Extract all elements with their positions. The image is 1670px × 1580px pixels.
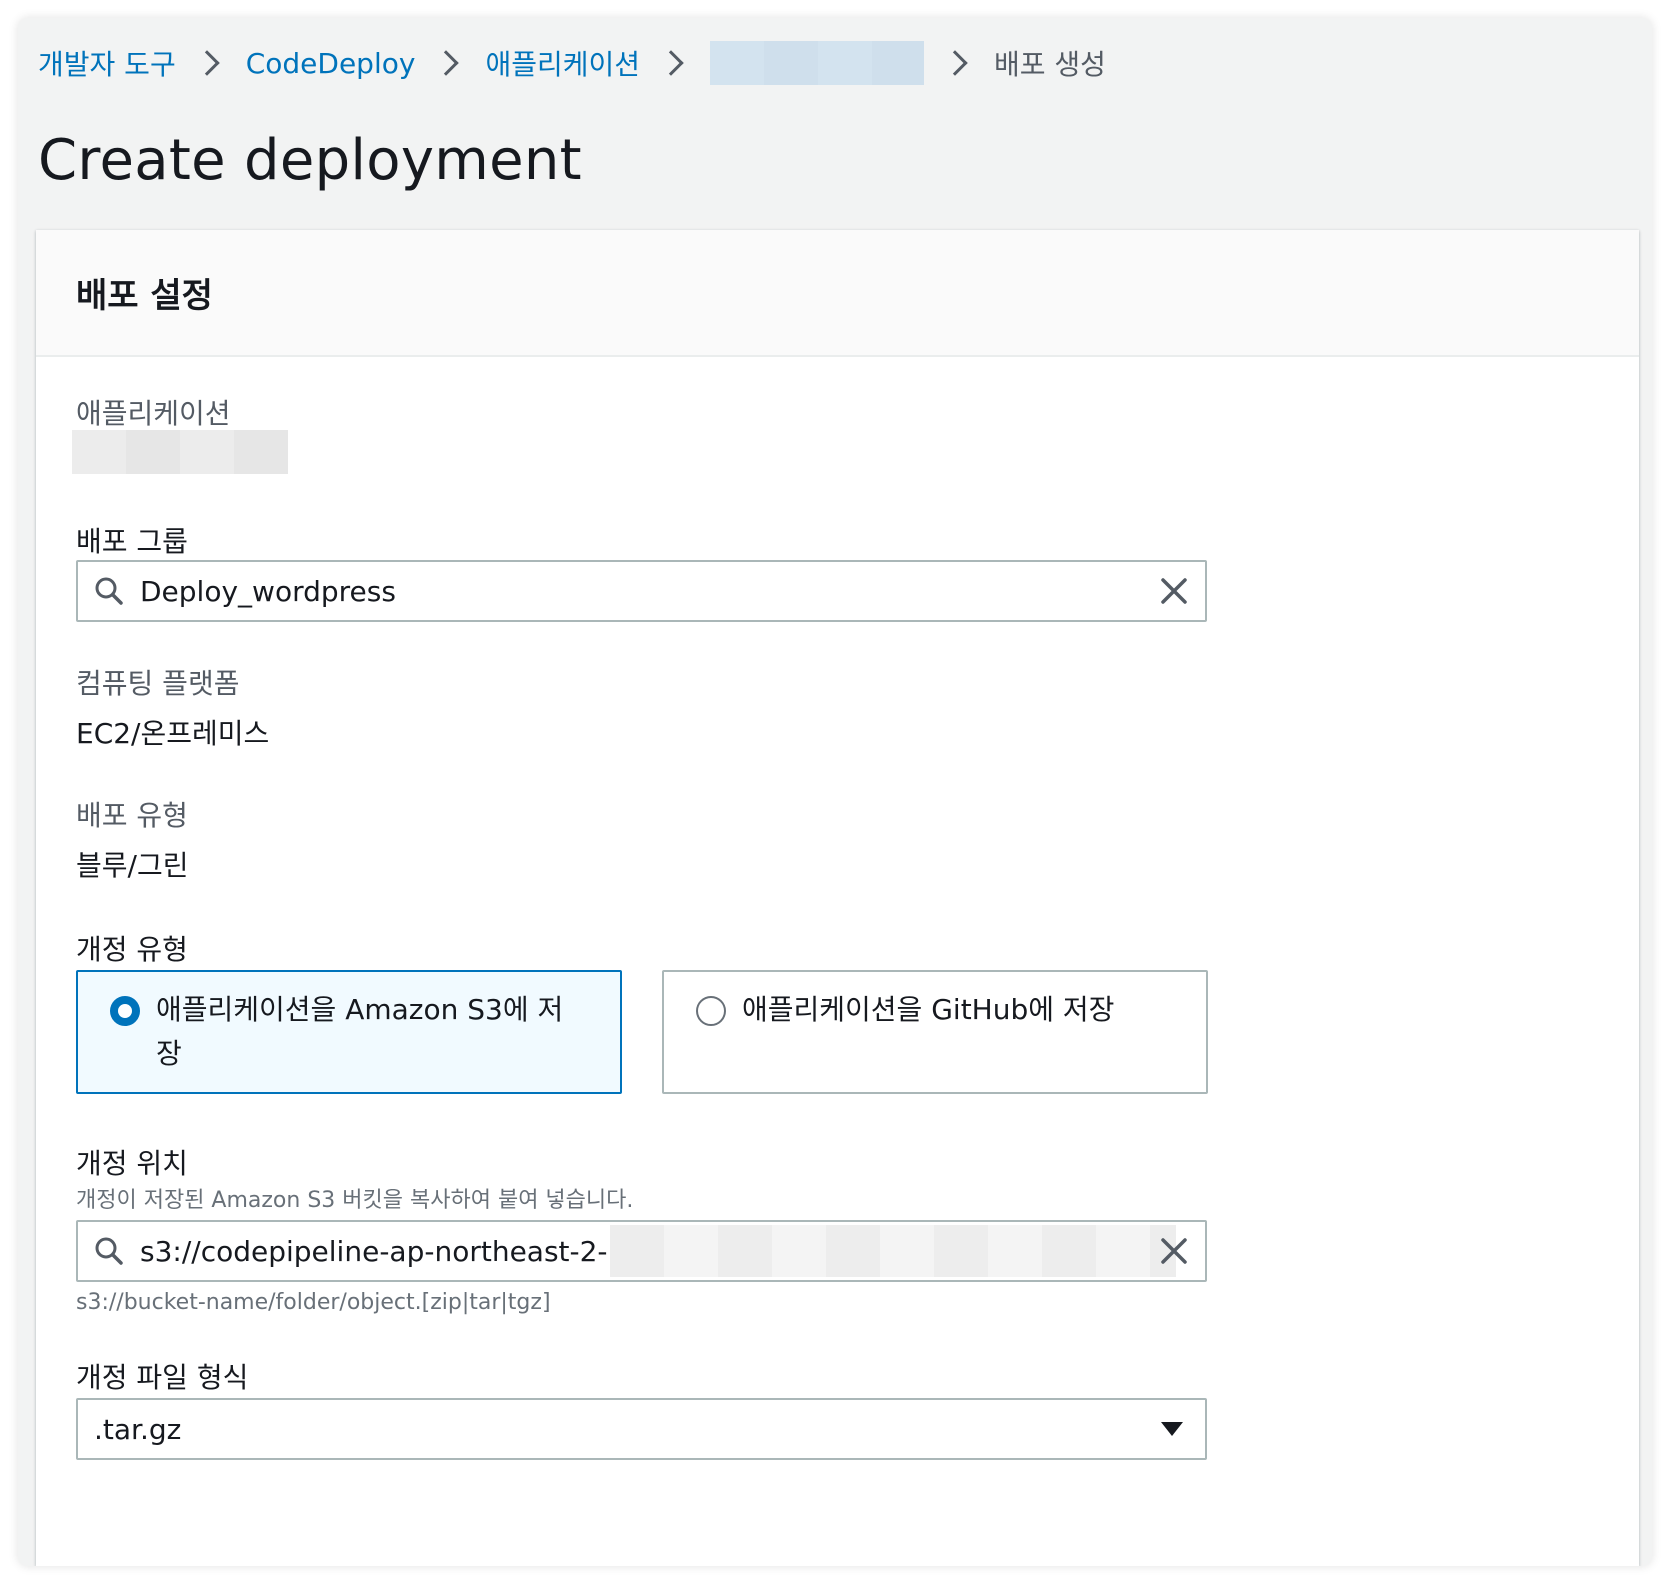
deployment-group-value[interactable]: Deploy_wordpress bbox=[140, 575, 396, 608]
application-name-redacted bbox=[72, 430, 288, 474]
chevron-right-icon bbox=[193, 50, 220, 76]
search-icon bbox=[78, 562, 140, 620]
radio-selected-icon[interactable] bbox=[110, 996, 140, 1026]
deployment-group-label: 배포 그룹 bbox=[76, 525, 188, 558]
breadcrumb-developer-tools[interactable]: 개발자 도구 bbox=[38, 43, 176, 83]
revision-location-redacted bbox=[609, 1225, 1176, 1277]
deployment-group-field[interactable]: Deploy_wordpress bbox=[76, 560, 1207, 622]
revision-file-type-select[interactable]: .tar.gz bbox=[76, 1398, 1207, 1460]
revision-type-github-label: 애플리케이션을 GitHub에 저장 bbox=[742, 993, 1115, 1026]
revision-type-label: 개정 유형 bbox=[76, 933, 188, 966]
breadcrumb-current: 배포 생성 bbox=[994, 48, 1106, 81]
page-background: 개발자 도구 CodeDeploy 애플리케이션 배포 생성 Create de… bbox=[18, 18, 1652, 1566]
revision-location-label: 개정 위치 bbox=[76, 1147, 188, 1180]
revision-file-type-value: .tar.gz bbox=[94, 1412, 182, 1446]
chevron-right-icon bbox=[658, 50, 684, 76]
caret-down-icon bbox=[1161, 1422, 1183, 1436]
revision-location-description: 개정이 저장된 Amazon S3 버킷을 복사하여 붙여 넣습니다. bbox=[76, 1188, 634, 1213]
breadcrumb-applications[interactable]: 애플리케이션 bbox=[485, 43, 640, 83]
revision-location-field[interactable]: s3://codepipeline-ap-northeast-2- bbox=[76, 1220, 1207, 1282]
breadcrumb-codedeploy[interactable]: CodeDeploy bbox=[246, 47, 416, 80]
revision-type-s3-label: 애플리케이션을 Amazon S3에 저장 bbox=[156, 993, 564, 1070]
revision-location-value[interactable]: s3://codepipeline-ap-northeast-2- bbox=[140, 1235, 608, 1268]
deployment-settings-panel: 배포 설정 애플리케이션 배포 그룹 Deploy_wordpress 컴퓨팅 … bbox=[36, 230, 1639, 1566]
panel-header: 배포 설정 bbox=[36, 230, 1639, 357]
chevron-right-icon bbox=[942, 50, 968, 76]
close-icon[interactable] bbox=[1143, 562, 1205, 620]
revision-type-s3-option[interactable]: 애플리케이션을 Amazon S3에 저장 bbox=[76, 970, 622, 1094]
chevron-right-icon bbox=[433, 50, 460, 76]
panel-title: 배포 설정 bbox=[76, 276, 213, 316]
deployment-type-label: 배포 유형 bbox=[76, 799, 188, 832]
close-icon[interactable] bbox=[1143, 1222, 1205, 1280]
page-title: Create deployment bbox=[38, 128, 582, 193]
revision-type-github-option[interactable]: 애플리케이션을 GitHub에 저장 bbox=[662, 970, 1208, 1094]
revision-file-type-label: 개정 파일 형식 bbox=[76, 1361, 249, 1394]
radio-unselected-icon[interactable] bbox=[696, 996, 726, 1026]
deployment-type-value: 블루/그린 bbox=[76, 849, 189, 882]
breadcrumb-application-name-redacted[interactable] bbox=[710, 41, 924, 85]
compute-platform-label: 컴퓨팅 플랫폼 bbox=[76, 667, 240, 700]
breadcrumb: 개발자 도구 CodeDeploy 애플리케이션 배포 생성 bbox=[38, 38, 1106, 88]
compute-platform-value: EC2/온프레미스 bbox=[76, 717, 270, 750]
revision-location-constraint: s3://bucket-name/folder/object.[zip|tar|… bbox=[76, 1290, 551, 1315]
application-label: 애플리케이션 bbox=[76, 397, 231, 430]
search-icon bbox=[78, 1222, 140, 1280]
